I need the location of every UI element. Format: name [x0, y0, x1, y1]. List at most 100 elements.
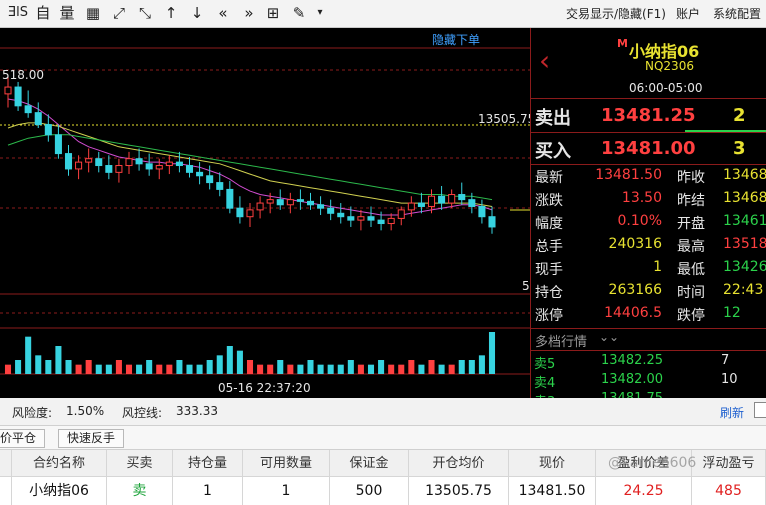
arrow-up-icon[interactable]: ↑	[162, 3, 180, 23]
table-cell[interactable]: 500	[330, 477, 409, 505]
candle-body	[327, 207, 335, 214]
table-cell[interactable]: 1	[243, 477, 330, 505]
column-header[interactable]: 持仓量	[173, 450, 243, 477]
candle-body	[347, 216, 355, 221]
candle-body	[438, 195, 446, 204]
control-line-label: 风控线:	[122, 406, 163, 420]
volume-bar	[15, 360, 22, 374]
price-high-label: 518.00	[2, 68, 44, 82]
refresh-link[interactable]: 刷新	[720, 404, 744, 421]
volume-bar	[307, 360, 314, 374]
candle-body	[24, 105, 32, 114]
column-header[interactable]: 买卖	[107, 450, 173, 477]
table-cell[interactable]: 1	[173, 477, 243, 505]
double-left-icon[interactable]: «	[212, 3, 234, 23]
candle-body	[448, 194, 456, 204]
quote-stat-label: 跌停	[677, 308, 705, 324]
volume-icon[interactable]: 量	[58, 3, 76, 23]
volume-bar	[85, 360, 92, 374]
candle-body	[135, 158, 143, 165]
volume-bar	[297, 364, 304, 374]
quote-stat-label: 现手	[535, 262, 563, 278]
volume-bar	[378, 360, 385, 374]
instrument-code: NQ2306	[645, 59, 694, 73]
quote-stat-label: 持仓	[535, 285, 563, 301]
volume-bar	[25, 336, 32, 374]
trading-session: 06:00-05:00	[629, 81, 703, 95]
quote-stat-value: 13468	[723, 167, 766, 183]
depth-price[interactable]: 13482.00	[601, 372, 663, 387]
candle-body	[488, 216, 496, 228]
volume-bar	[488, 332, 496, 374]
volume-bar	[186, 364, 193, 374]
volume-bar	[448, 364, 455, 374]
candle-body	[165, 161, 173, 167]
volume-bar	[458, 360, 465, 374]
volume-bar	[55, 346, 62, 374]
volume-bar	[4, 364, 12, 374]
trading-app: ƎlS 自 量 ▦ ⤢ ⤡ ↑ ↓ « » ⊞ ✎ ▾ 交易显示/隐藏(F1) …	[0, 0, 766, 505]
toggle-trade-display-link[interactable]: 交易显示/隐藏(F1)	[566, 6, 666, 22]
risk-label: 风险度:	[12, 406, 53, 420]
grid-layout-icon[interactable]: ⊞	[264, 3, 282, 23]
scroll-handle[interactable]	[754, 402, 766, 418]
candle-body	[417, 202, 425, 207]
layout-switch-icon[interactable]: ƎlS	[4, 3, 32, 23]
volume-bar	[267, 364, 274, 374]
quote-stat-label: 幅度	[535, 216, 563, 232]
hide-order-button[interactable]: 隐藏下单	[432, 33, 480, 47]
double-right-icon[interactable]: »	[238, 3, 260, 23]
table-cell[interactable]: 24.25	[596, 477, 692, 505]
volume-bar	[246, 360, 254, 374]
sell-price[interactable]: 13481.25	[601, 105, 696, 126]
column-header[interactable]: 现价	[509, 450, 596, 477]
candle-body	[85, 158, 93, 163]
table-cell[interactable]: 485	[692, 477, 766, 505]
depth-title[interactable]: 多档行情	[535, 331, 587, 350]
account-link[interactable]: 账户	[676, 6, 700, 22]
candle-body	[196, 171, 204, 177]
expand-icon[interactable]: ⤢	[110, 3, 128, 23]
quote-stat-value: 12	[723, 305, 741, 321]
column-header[interactable]: 合约名称	[12, 450, 107, 477]
system-config-link[interactable]: 系统配置	[713, 6, 761, 22]
market-mark: M	[617, 37, 628, 50]
toolbar: ƎlS 自 量 ▦ ⤢ ⤡ ↑ ↓ « » ⊞ ✎ ▾ 交易显示/隐藏(F1) …	[0, 0, 766, 28]
dropdown-arrow-icon[interactable]: ▾	[314, 3, 326, 23]
depth-price[interactable]: 13481.75	[601, 391, 663, 398]
self-select-icon[interactable]: 自	[34, 3, 52, 23]
back-arrow-icon[interactable]: ‹	[539, 46, 550, 76]
volume-bar	[257, 364, 264, 374]
quote-stat-label: 昨结	[677, 193, 705, 209]
crosshair-time-label: 05-16 22:37:20	[218, 381, 311, 395]
draw-pen-icon[interactable]: ✎	[290, 3, 308, 23]
volume-bar	[236, 350, 243, 374]
table-cell[interactable]: 卖	[107, 477, 173, 505]
depth-collapse-icon[interactable]: ⌄⌄	[599, 330, 619, 344]
buy-price[interactable]: 13481.00	[601, 138, 696, 159]
candle-body	[296, 199, 304, 202]
candle-body	[95, 158, 103, 167]
quick-reverse-button[interactable]: 快速反手	[58, 429, 125, 448]
volume-bar	[327, 364, 334, 374]
volume-bar	[216, 355, 223, 374]
column-header[interactable]: 保证金	[330, 450, 409, 477]
table-cell[interactable]: 小纳指06	[12, 477, 107, 505]
depth-price[interactable]: 13482.25	[601, 353, 663, 368]
column-header[interactable]: 可用数量	[243, 450, 330, 477]
candle-body	[145, 163, 153, 170]
table-cell[interactable]: 13481.50	[509, 477, 596, 505]
volume-bar	[156, 364, 163, 374]
shrink-icon[interactable]: ⤡	[136, 3, 154, 23]
table-cell[interactable]: 13505.75	[409, 477, 509, 505]
candle-body	[256, 202, 264, 211]
arrow-down-icon[interactable]: ↓	[188, 3, 206, 23]
kline-chart[interactable]: 隐藏下单 518.00 13505.75 5 05-16 22:37:20	[0, 28, 530, 398]
close-position-button[interactable]: 价平仓	[0, 429, 46, 448]
quote-stat-value: 22:43	[723, 282, 764, 298]
candle-body	[286, 199, 294, 206]
chart-frame-icon[interactable]: ▦	[84, 3, 102, 23]
depth-level-label: 卖5	[534, 357, 556, 372]
column-header[interactable]: 浮动盈亏	[692, 450, 766, 477]
column-header[interactable]: 开仓均价	[409, 450, 509, 477]
